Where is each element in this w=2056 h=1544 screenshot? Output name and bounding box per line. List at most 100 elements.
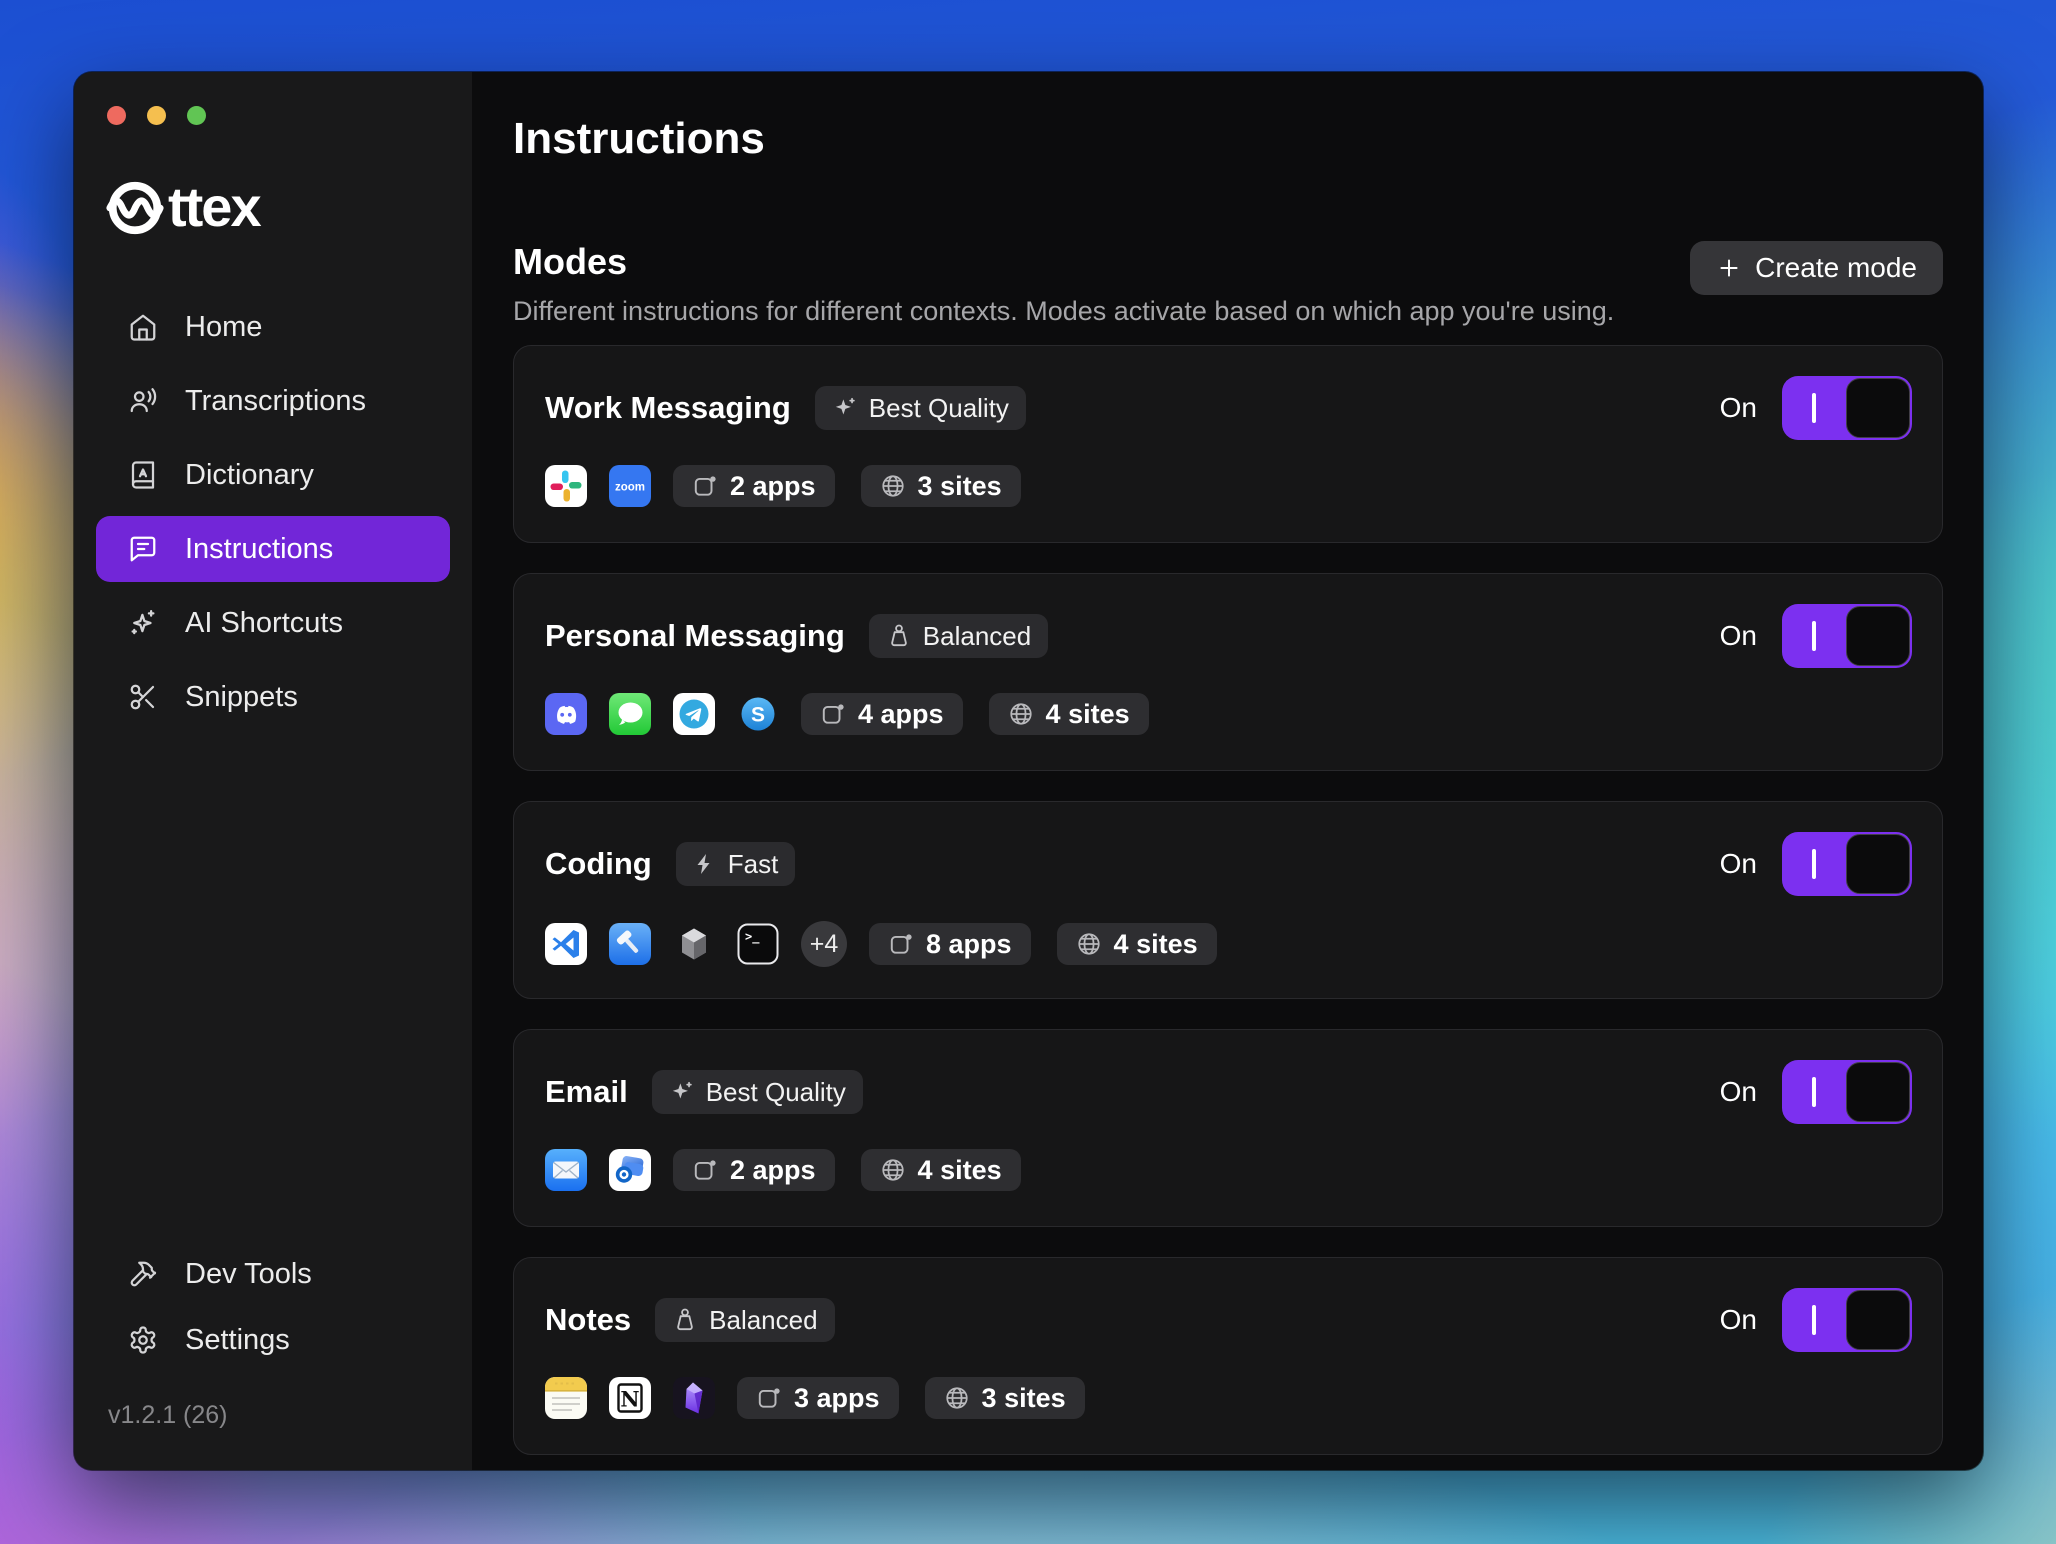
apps-count-label: 8 apps bbox=[926, 929, 1012, 960]
toggle-state-label: On bbox=[1720, 620, 1757, 652]
sidebar-item-dictionary[interactable]: Dictionary bbox=[96, 442, 450, 508]
sites-count-pill[interactable]: 3 sites bbox=[861, 465, 1021, 507]
mode-toggle[interactable] bbox=[1782, 604, 1912, 668]
minimize-window-button[interactable] bbox=[147, 106, 166, 125]
mode-title: Coding bbox=[545, 846, 652, 882]
create-mode-button[interactable]: Create mode bbox=[1690, 241, 1943, 295]
apps-icon bbox=[756, 1385, 782, 1411]
sidebar-item-label: Settings bbox=[185, 1324, 290, 1357]
apps-icon bbox=[692, 473, 718, 499]
modes-description: Different instructions for different con… bbox=[513, 295, 1614, 327]
app-window: ttex Home Transcriptions bbox=[74, 72, 1983, 1470]
sites-count-pill[interactable]: 4 sites bbox=[861, 1149, 1021, 1191]
mode-title: Work Messaging bbox=[545, 390, 791, 426]
mode-card-personal-messaging[interactable]: Personal Messaging Balanced On bbox=[513, 573, 1943, 771]
quality-label: Balanced bbox=[923, 621, 1031, 652]
svg-text:zoom: zoom bbox=[615, 482, 645, 494]
dictionary-icon bbox=[128, 460, 158, 490]
sidebar-item-home[interactable]: Home bbox=[96, 294, 450, 360]
sites-count-pill[interactable]: 3 sites bbox=[925, 1377, 1085, 1419]
quality-badge: Best Quality bbox=[652, 1070, 863, 1114]
obsidian-app-icon bbox=[673, 1377, 715, 1419]
apps-icon bbox=[888, 931, 914, 957]
sites-count-label: 4 sites bbox=[918, 1155, 1002, 1186]
slack-app-icon bbox=[545, 465, 587, 507]
toggle-on-indicator bbox=[1812, 849, 1816, 879]
close-window-button[interactable] bbox=[107, 106, 126, 125]
sites-count-label: 3 sites bbox=[918, 471, 1002, 502]
apps-icon bbox=[692, 1157, 718, 1183]
sidebar-item-snippets[interactable]: Snippets bbox=[96, 664, 450, 730]
sidebar-item-label: Transcriptions bbox=[185, 385, 366, 418]
globe-icon bbox=[1076, 931, 1102, 957]
bolt-icon bbox=[693, 852, 717, 876]
sites-count-pill[interactable]: 4 sites bbox=[1057, 923, 1217, 965]
toggle-knob bbox=[1846, 378, 1910, 438]
sites-count-label: 4 sites bbox=[1046, 699, 1130, 730]
mode-card-work-messaging[interactable]: Work Messaging Best Quality On bbox=[513, 345, 1943, 543]
toggle-knob bbox=[1846, 606, 1910, 666]
zoom-app-icon: zoom bbox=[609, 465, 651, 507]
skype-app-icon: S bbox=[737, 693, 779, 735]
home-icon bbox=[128, 312, 158, 342]
toggle-on-indicator bbox=[1812, 1077, 1816, 1107]
scissors-icon bbox=[128, 682, 158, 712]
globe-icon bbox=[880, 473, 906, 499]
toggle-knob bbox=[1846, 1290, 1910, 1350]
sidebar-item-transcriptions[interactable]: Transcriptions bbox=[96, 368, 450, 434]
quality-label: Fast bbox=[728, 849, 779, 880]
terminal-app-icon: >_ bbox=[737, 923, 779, 965]
mode-card-coding[interactable]: Coding Fast On bbox=[513, 801, 1943, 999]
logo-wordmark: ttex bbox=[168, 179, 260, 235]
apps-count-pill[interactable]: 8 apps bbox=[869, 923, 1031, 965]
instructions-icon bbox=[128, 534, 158, 564]
mode-card-email[interactable]: Email Best Quality On bbox=[513, 1029, 1943, 1227]
svg-text:>_: >_ bbox=[745, 930, 760, 945]
modes-heading: Modes bbox=[513, 241, 1614, 282]
quality-badge: Fast bbox=[676, 842, 796, 886]
sidebar: ttex Home Transcriptions bbox=[74, 72, 472, 1470]
toggle-state-label: On bbox=[1720, 392, 1757, 424]
sites-count-label: 4 sites bbox=[1114, 929, 1198, 960]
sidebar-item-ai-shortcuts[interactable]: AI Shortcuts bbox=[96, 590, 450, 656]
apple-notes-app-icon bbox=[545, 1377, 587, 1419]
apps-count-pill[interactable]: 4 apps bbox=[801, 693, 963, 735]
apps-count-pill[interactable]: 3 apps bbox=[737, 1377, 899, 1419]
sidebar-item-label: Home bbox=[185, 311, 262, 344]
apps-count-pill[interactable]: 2 apps bbox=[673, 465, 835, 507]
quality-label: Best Quality bbox=[869, 393, 1009, 424]
sidebar-item-instructions[interactable]: Instructions bbox=[96, 516, 450, 582]
sparkles-icon bbox=[128, 608, 158, 638]
toggle-state-label: On bbox=[1720, 1304, 1757, 1336]
sidebar-item-dev-tools[interactable]: Dev Tools bbox=[96, 1241, 450, 1307]
mode-card-list: Work Messaging Best Quality On bbox=[513, 345, 1943, 1455]
apps-count-label: 3 apps bbox=[794, 1383, 880, 1414]
sidebar-item-label: AI Shortcuts bbox=[185, 607, 343, 640]
toggle-on-indicator bbox=[1812, 621, 1816, 651]
sidebar-item-label: Instructions bbox=[185, 533, 333, 566]
mode-card-notes[interactable]: Notes Balanced On bbox=[513, 1257, 1943, 1455]
mode-toggle[interactable] bbox=[1782, 1288, 1912, 1352]
zoom-window-button[interactable] bbox=[187, 106, 206, 125]
apps-count-pill[interactable]: 2 apps bbox=[673, 1149, 835, 1191]
notion-app-icon: N bbox=[609, 1377, 651, 1419]
toggle-knob bbox=[1846, 834, 1910, 894]
transcriptions-icon bbox=[128, 386, 158, 416]
globe-icon bbox=[1008, 701, 1034, 727]
sites-count-pill[interactable]: 4 sites bbox=[989, 693, 1149, 735]
mode-toggle[interactable] bbox=[1782, 832, 1912, 896]
svg-text:N: N bbox=[620, 1387, 639, 1412]
apps-count-label: 2 apps bbox=[730, 1155, 816, 1186]
globe-icon bbox=[880, 1157, 906, 1183]
telegram-app-icon bbox=[673, 693, 715, 735]
page-title: Instructions bbox=[513, 114, 1943, 165]
quality-label: Balanced bbox=[709, 1305, 817, 1336]
discord-app-icon bbox=[545, 693, 587, 735]
mode-toggle[interactable] bbox=[1782, 376, 1912, 440]
apps-count-label: 4 apps bbox=[858, 699, 944, 730]
globe-icon bbox=[944, 1385, 970, 1411]
window-controls bbox=[107, 106, 206, 125]
quality-badge: Best Quality bbox=[815, 386, 1026, 430]
mode-toggle[interactable] bbox=[1782, 1060, 1912, 1124]
sidebar-item-settings[interactable]: Settings bbox=[96, 1307, 450, 1373]
